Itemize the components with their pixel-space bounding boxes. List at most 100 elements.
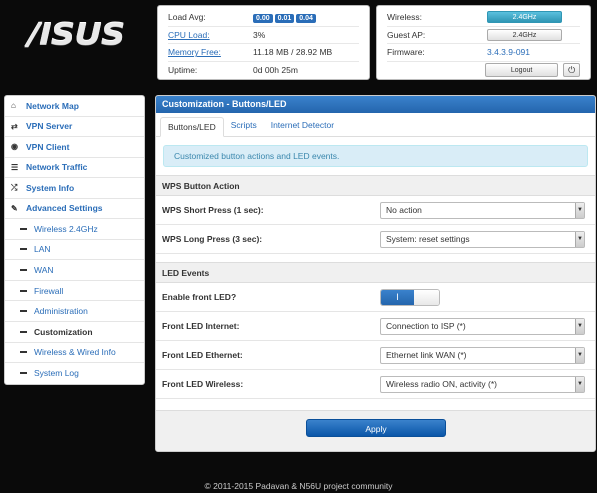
- wps-section-heading: WPS Button Action: [156, 175, 595, 196]
- swap-icon: ⇄: [11, 121, 18, 131]
- sidebar-item-label: VPN Client: [26, 141, 70, 152]
- sidebar-nav: ⌂ Network Map ⇄ VPN Server ◉ VPN Client …: [4, 95, 145, 385]
- tab-bar: Buttons/LED Scripts Internet Detector: [156, 113, 595, 137]
- dropdown-arrow-icon: ▼: [575, 347, 584, 363]
- enable-led-row: Enable front LED? I: [156, 283, 595, 312]
- sidebar-item-label: Network Traffic: [26, 162, 88, 173]
- globe-icon: ◉: [11, 142, 18, 152]
- led-wireless-select[interactable]: Wireless radio ON, activity (*) ▼: [380, 375, 585, 393]
- dropdown-arrow-icon: ▼: [575, 202, 584, 218]
- load-avg-values: 0.00 0.01 0.04: [253, 12, 318, 23]
- cpu-load-value: 3%: [253, 29, 266, 40]
- sidebar-item-label: VPN Server: [26, 121, 73, 132]
- sidebar-item-vpn-client[interactable]: ◉ VPN Client: [5, 137, 144, 158]
- cpu-load-link[interactable]: CPU Load:: [168, 30, 253, 40]
- firmware-label: Firmware:: [387, 47, 425, 58]
- sidebar-item-network-traffic[interactable]: ☰ Network Traffic: [5, 158, 144, 178]
- apply-button[interactable]: Apply: [306, 419, 446, 437]
- sidebar-subitem-customization[interactable]: Customization: [5, 322, 144, 343]
- tab-internet-detector[interactable]: Internet Detector: [264, 116, 341, 136]
- sidebar-item-network-map[interactable]: ⌂ Network Map: [5, 96, 144, 117]
- wireless-label: Wireless:: [387, 12, 422, 23]
- wps-long-select[interactable]: System: reset settings ▼: [380, 230, 585, 248]
- load-avg-row: Load Avg: 0.00 0.01 0.04: [168, 9, 359, 27]
- led-internet-select[interactable]: Connection to ISP (*) ▼: [380, 317, 585, 335]
- list-icon: ☰: [11, 162, 19, 172]
- tab-scripts[interactable]: Scripts: [224, 116, 264, 136]
- tab-buttons-led[interactable]: Buttons/LED: [160, 117, 224, 137]
- uptime-row: Uptime: 0d 00h 25m: [168, 62, 359, 80]
- wps-long-row: WPS Long Press (3 sec): System: reset se…: [156, 225, 595, 254]
- dash-icon: [20, 372, 27, 375]
- wrench-icon: ✎: [11, 203, 18, 213]
- cpu-load-row: CPU Load: 3%: [168, 27, 359, 44]
- power-icon[interactable]: ⏻: [563, 63, 581, 78]
- memory-free-value: 11.18 MB / 28.92 MB: [253, 47, 333, 58]
- uptime-value: 0d 00h 25m: [253, 65, 298, 76]
- firmware-version-link[interactable]: 3.4.3.9-091: [487, 47, 530, 57]
- page-title: Customization - Buttons/LED: [156, 96, 595, 113]
- sidebar-item-label: Advanced Settings: [26, 203, 103, 214]
- wps-short-row: WPS Short Press (1 sec): No action ▼: [156, 196, 595, 225]
- dash-icon: [20, 248, 27, 251]
- dash-icon: [20, 330, 27, 333]
- sidebar-subitem-system-log[interactable]: System Log: [5, 363, 144, 384]
- info-message: Customized button actions and LED events…: [163, 145, 588, 167]
- logout-button[interactable]: Logout: [484, 63, 559, 78]
- led-internet-row: Front LED Internet: Connection to ISP (*…: [156, 312, 595, 341]
- wireless-2ghz-button[interactable]: 2.4GHz: [487, 11, 562, 24]
- sidebar-item-label: Network Map: [26, 100, 79, 111]
- sidebar-subitem-wan[interactable]: WAN: [5, 260, 144, 281]
- sidebar-item-system-info[interactable]: ⤮ System Info: [5, 178, 144, 199]
- shuffle-icon: ⤮: [11, 182, 18, 192]
- wps-short-label: WPS Short Press (1 sec):: [162, 205, 264, 215]
- footer-copyright: © 2011-2015 Padavan & N56U project commu…: [204, 481, 393, 491]
- sidebar-subitem-label: Firewall: [34, 285, 64, 296]
- apply-area: Apply: [156, 410, 595, 451]
- guest-ap-2ghz-button[interactable]: 2.4GHz: [487, 28, 562, 41]
- led-ethernet-select[interactable]: Ethernet link WAN (*) ▼: [380, 346, 585, 364]
- led-internet-value: Connection to ISP (*): [386, 321, 466, 331]
- sidebar-subitem-label: LAN: [34, 244, 51, 255]
- system-status-panel: Load Avg: 0.00 0.01 0.04 CPU Load: 3% Memo…: [157, 5, 370, 80]
- led-wireless-row: Front LED Wireless: Wireless radio ON, a…: [156, 370, 595, 399]
- load-avg-label: Load Avg:: [168, 12, 206, 23]
- sidebar-subitem-label: Wireless 2.4GHz: [34, 223, 98, 234]
- led-section-heading: LED Events: [156, 262, 595, 283]
- sidebar-item-label: System Info: [26, 182, 75, 193]
- sidebar-subitem-wireless[interactable]: Wireless 2.4GHz: [5, 219, 144, 240]
- sidebar-item-advanced-settings[interactable]: ✎ Advanced Settings: [5, 199, 144, 219]
- sidebar-subitem-lan[interactable]: LAN: [5, 240, 144, 261]
- sidebar-subitem-label: System Log: [34, 368, 79, 379]
- main-panel: Customization - Buttons/LED Buttons/LED …: [155, 95, 596, 452]
- asus-logo: /ISUS: [28, 18, 126, 52]
- memory-free-link[interactable]: Memory Free:: [168, 47, 253, 57]
- sidebar-item-vpn-server[interactable]: ⇄ VPN Server: [5, 117, 144, 137]
- memory-free-row: Memory Free: 11.18 MB / 28.92 MB: [168, 44, 359, 62]
- dropdown-arrow-icon: ▼: [575, 318, 584, 334]
- uptime-label: Uptime:: [168, 65, 198, 76]
- dash-icon: [20, 310, 27, 313]
- led-wireless-value: Wireless radio ON, activity (*): [386, 379, 497, 389]
- toggle-off-area: [414, 289, 439, 305]
- enable-led-toggle[interactable]: I: [380, 288, 440, 306]
- sidebar-subitem-label: WAN: [34, 264, 54, 275]
- led-ethernet-label: Front LED Ethernet:: [162, 350, 243, 360]
- wps-long-label: WPS Long Press (3 sec):: [162, 234, 263, 244]
- sidebar-subitem-label: Customization: [34, 326, 93, 337]
- sidebar-subitem-administration[interactable]: Administration: [5, 301, 144, 322]
- dropdown-arrow-icon: ▼: [575, 231, 584, 247]
- wps-short-value: No action: [386, 205, 422, 215]
- toggle-on-indicator: I: [381, 289, 414, 305]
- sidebar-subitem-label: Administration: [34, 306, 88, 317]
- guest-ap-label: Guest AP:: [387, 29, 426, 40]
- load-avg-5-badge: 0.01: [274, 13, 295, 23]
- wps-short-select[interactable]: No action ▼: [380, 201, 585, 219]
- led-ethernet-row: Front LED Ethernet: Ethernet link WAN (*…: [156, 341, 595, 370]
- sidebar-subitem-wireless-wired-info[interactable]: Wireless & Wired Info: [5, 343, 144, 364]
- sidebar-subitem-label: Wireless & Wired Info: [34, 347, 116, 358]
- wps-long-value: System: reset settings: [386, 234, 470, 244]
- guest-ap-row: Guest AP: 2.4GHz: [387, 27, 580, 44]
- dropdown-arrow-icon: ▼: [575, 376, 584, 392]
- sidebar-subitem-firewall[interactable]: Firewall: [5, 281, 144, 302]
